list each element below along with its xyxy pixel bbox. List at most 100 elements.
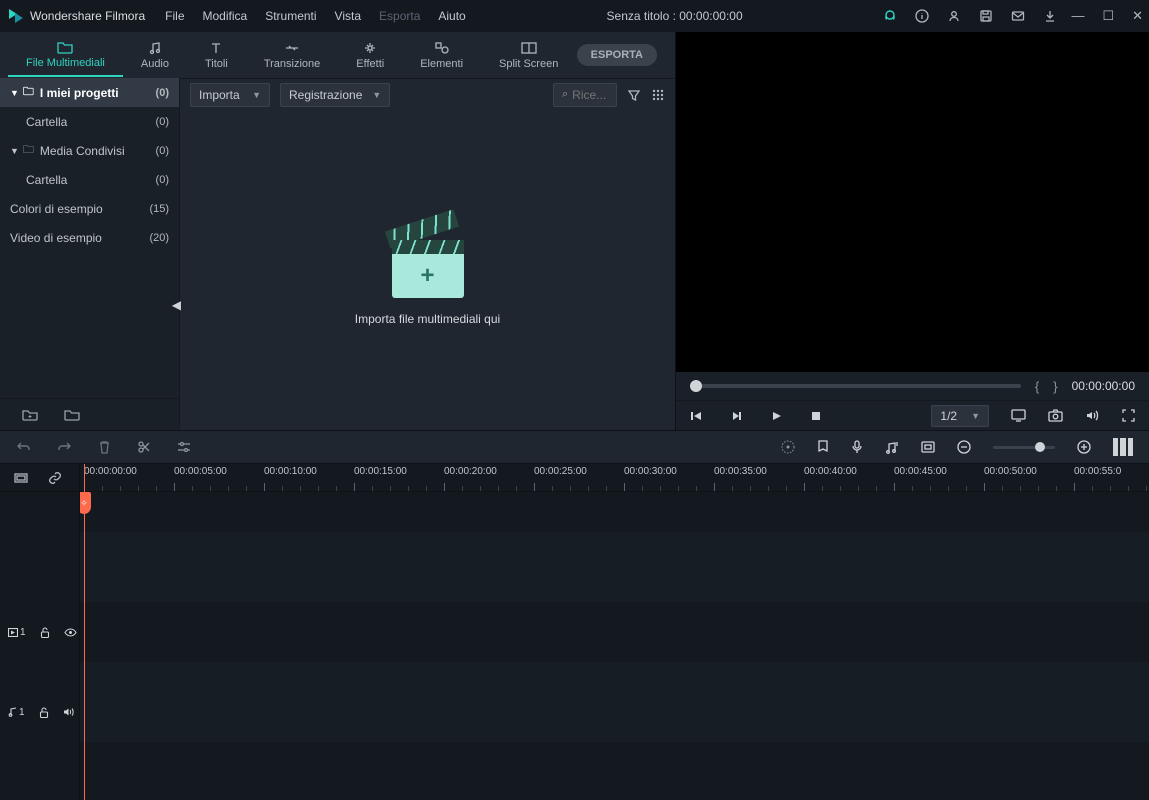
sidebar-item-sample-colors[interactable]: Colori di esempio (15): [0, 194, 179, 223]
seek-thumb[interactable]: [690, 380, 702, 392]
folder-icon: 🗀: [23, 83, 34, 102]
speaker-icon[interactable]: [63, 707, 75, 717]
lock-icon[interactable]: [40, 627, 50, 638]
adjust-icon[interactable]: [177, 441, 191, 453]
download-icon[interactable]: [1043, 9, 1057, 23]
search-input-wrap[interactable]: ⌕: [553, 83, 617, 107]
sidebar-item-folder-1[interactable]: Cartella (0): [0, 107, 179, 136]
render-dot-icon[interactable]: [781, 440, 795, 454]
sidebar-bottom: [0, 398, 179, 430]
save-icon[interactable]: [979, 9, 993, 23]
zoom-in-icon[interactable]: [1077, 440, 1091, 454]
crop-icon[interactable]: [921, 441, 935, 453]
delete-icon[interactable]: [98, 440, 111, 454]
zoom-slider[interactable]: [993, 446, 1055, 449]
import-dropdown[interactable]: Importa ▼: [190, 83, 270, 107]
folder-icon[interactable]: [64, 408, 80, 421]
audio-track-header[interactable]: 1: [0, 702, 80, 722]
menu-file[interactable]: File: [165, 9, 184, 23]
eye-icon[interactable]: [64, 628, 77, 637]
menu-help[interactable]: Aiuto: [438, 9, 465, 23]
tab-titles[interactable]: Titoli: [187, 33, 246, 77]
tab-split-screen[interactable]: Split Screen: [481, 33, 576, 77]
sidebar-count: (20): [149, 232, 169, 244]
tab-effects[interactable]: Effetti: [338, 33, 402, 77]
sidebar-item-folder-2[interactable]: Cartella (0): [0, 165, 179, 194]
sparkle-icon: [363, 40, 377, 56]
account-icon[interactable]: [947, 9, 961, 23]
timeline-toolbar: [0, 430, 1149, 464]
zoom-thumb[interactable]: [1035, 442, 1045, 452]
stop-button[interactable]: [810, 410, 822, 422]
seek-slider[interactable]: [690, 384, 1021, 388]
tab-media[interactable]: File Multimediali: [8, 33, 123, 77]
sidebar-collapse-button[interactable]: ◀: [172, 298, 181, 312]
grid-view-icon[interactable]: [651, 88, 665, 102]
lock-icon[interactable]: [39, 707, 49, 718]
media-sidebar: ▼ 🗀 I miei progetti (0) Cartella (0) ▼ 🗀…: [0, 78, 180, 430]
mail-icon[interactable]: [1011, 9, 1025, 23]
zoom-fit-icon[interactable]: [1113, 438, 1133, 456]
video-track-badge: 1: [8, 627, 26, 638]
undo-icon[interactable]: [16, 441, 31, 453]
timeline-mode-icon[interactable]: [14, 472, 28, 484]
maximize-button[interactable]: ☐: [1102, 8, 1114, 24]
mark-out-icon[interactable]: }: [1053, 379, 1057, 394]
music-icon: [148, 40, 162, 56]
playhead-handle[interactable]: ✧: [80, 492, 91, 514]
playhead[interactable]: ✧: [84, 464, 85, 800]
timeline-canvas[interactable]: 00:00:00:0000:00:05:0000:00:10:0000:00:1…: [80, 464, 1149, 800]
zoom-out-icon[interactable]: [957, 440, 971, 454]
step-back-button[interactable]: [730, 410, 742, 422]
filter-icon[interactable]: [627, 88, 641, 102]
audio-mixer-icon[interactable]: [885, 441, 899, 454]
marker-icon[interactable]: [817, 440, 829, 454]
tab-label: Titoli: [205, 58, 228, 70]
video-track-header[interactable]: 1: [0, 622, 80, 642]
tab-transition[interactable]: Transizione: [246, 33, 338, 77]
audio-track[interactable]: [80, 662, 1149, 742]
export-button[interactable]: ESPORTA: [577, 44, 657, 66]
mark-in-icon[interactable]: {: [1035, 379, 1039, 394]
new-folder-icon[interactable]: [22, 408, 38, 421]
search-input[interactable]: [572, 88, 612, 102]
search-icon: ⌕: [562, 88, 568, 101]
sidebar-item-sample-videos[interactable]: Video di esempio (20): [0, 223, 179, 252]
text-track[interactable]: [80, 532, 1149, 602]
tab-audio[interactable]: Audio: [123, 33, 187, 77]
info-icon[interactable]: [915, 9, 929, 23]
timeline-ruler[interactable]: 00:00:00:0000:00:05:0000:00:10:0000:00:1…: [80, 464, 1149, 492]
preview-canvas[interactable]: [676, 32, 1149, 372]
record-dropdown[interactable]: Registrazione ▼: [280, 83, 390, 107]
folder-icon: [57, 39, 73, 55]
sidebar-item-shared-media[interactable]: ▼ 🗀 Media Condivisi (0): [0, 136, 179, 165]
preview-quality-dropdown[interactable]: 1/2 ▼: [931, 405, 989, 427]
extra-track[interactable]: [80, 742, 1149, 800]
tab-elements[interactable]: Elementi: [402, 33, 481, 77]
tracks-area[interactable]: [80, 492, 1149, 800]
menu-view[interactable]: Vista: [335, 9, 361, 23]
ruler-tick: 00:00:25:00: [534, 466, 587, 477]
split-tool-icon[interactable]: [137, 440, 151, 454]
snapshot-icon[interactable]: [1048, 409, 1063, 422]
sidebar-label: I miei progetti: [40, 86, 119, 100]
redo-icon[interactable]: [57, 441, 72, 453]
video-track[interactable]: [80, 602, 1149, 662]
voiceover-icon[interactable]: [851, 440, 863, 454]
menu-edit[interactable]: Modifica: [203, 9, 248, 23]
tab-label: Split Screen: [499, 58, 558, 70]
sidebar-item-my-projects[interactable]: ▼ 🗀 I miei progetti (0): [0, 78, 179, 107]
display-icon[interactable]: [1011, 409, 1026, 422]
overlay-track[interactable]: [80, 492, 1149, 532]
volume-icon[interactable]: [1085, 409, 1100, 422]
menu-tools[interactable]: Strumenti: [265, 9, 316, 23]
mark-braces: {}: [1035, 379, 1058, 394]
play-button[interactable]: [770, 410, 782, 422]
link-icon[interactable]: [48, 471, 62, 485]
prev-frame-button[interactable]: [690, 410, 702, 422]
minimize-button[interactable]: —: [1071, 8, 1084, 24]
close-button[interactable]: ✕: [1132, 8, 1143, 24]
fullscreen-icon[interactable]: [1122, 409, 1135, 422]
media-drop-zone[interactable]: + Importa file multimediali qui: [180, 110, 675, 430]
support-icon[interactable]: [883, 9, 897, 23]
